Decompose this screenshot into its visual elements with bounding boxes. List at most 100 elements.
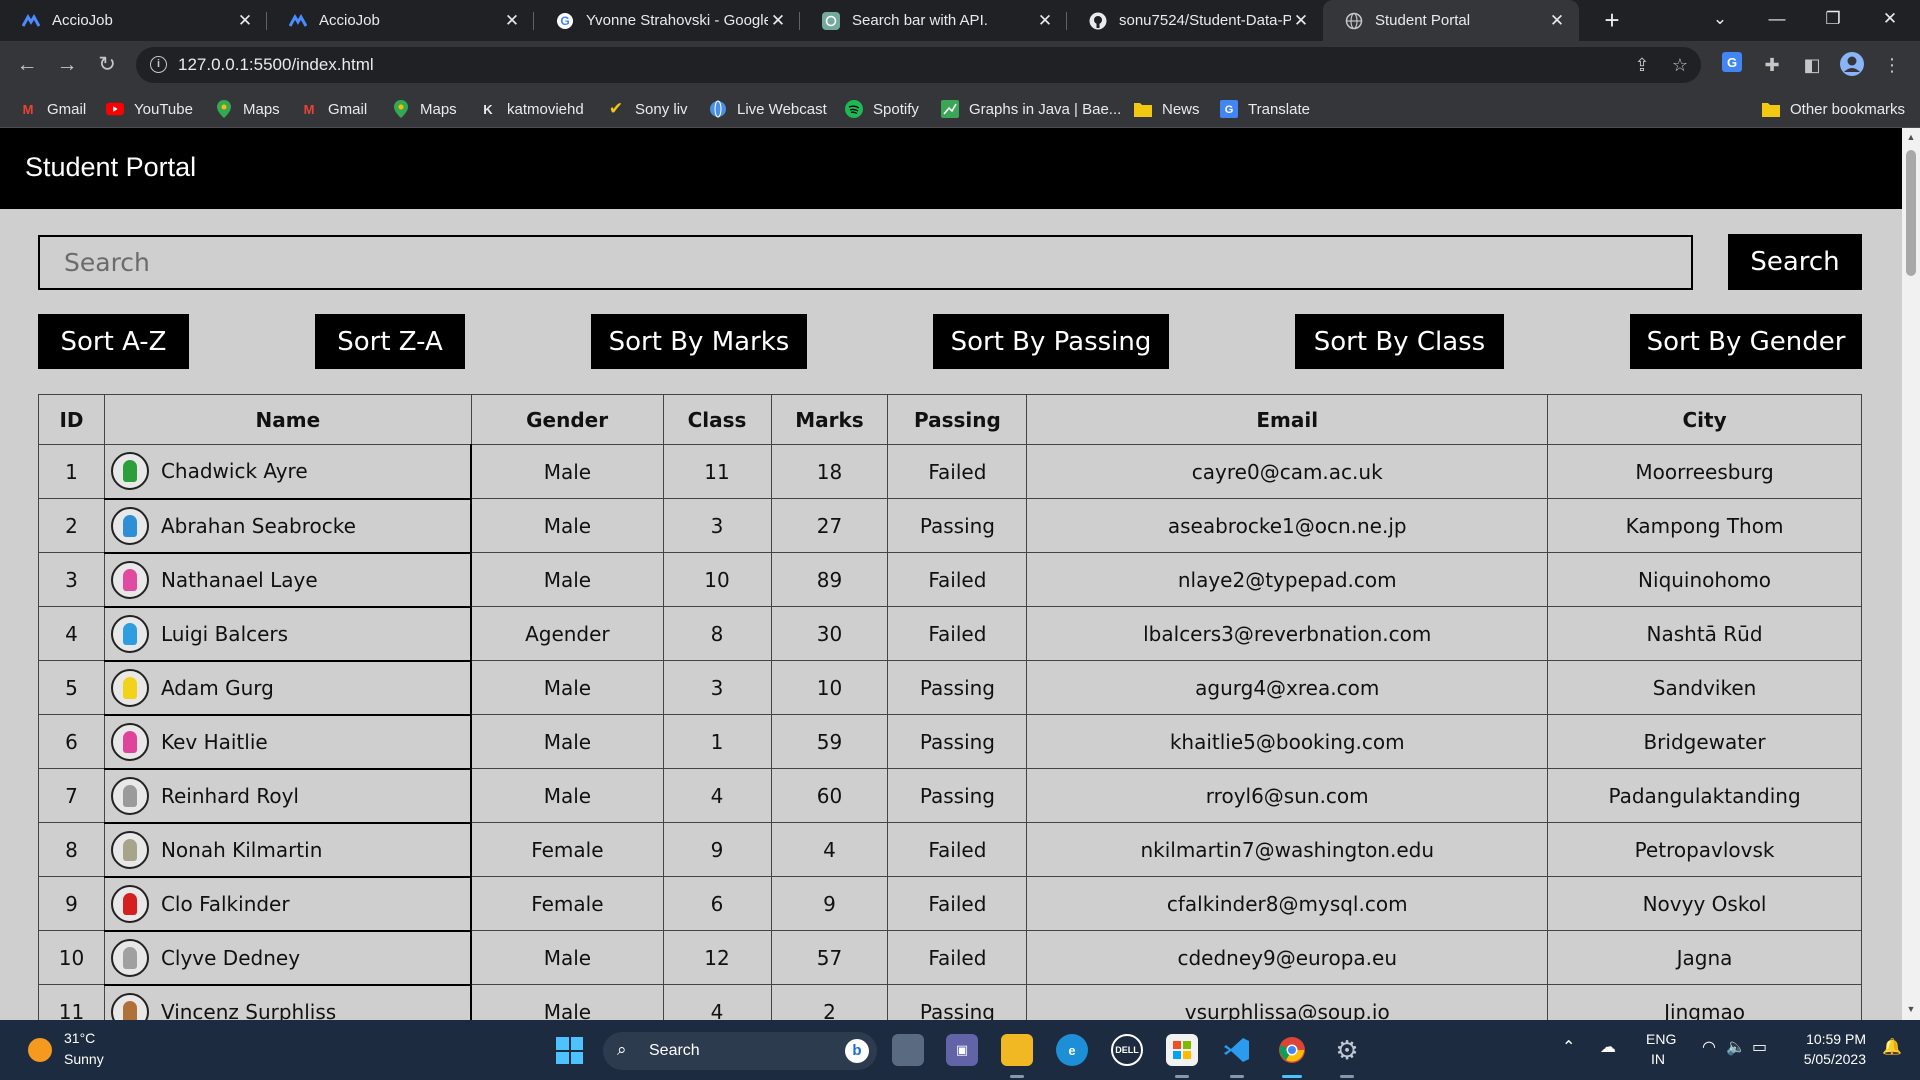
- close-icon[interactable]: ✕: [502, 11, 522, 31]
- cell-name: Chadwick Ayre: [103, 444, 473, 500]
- close-icon[interactable]: ✕: [1291, 11, 1311, 31]
- address-bar[interactable]: i 127.0.0.1:5500/index.html ⇪ ☆: [136, 47, 1701, 83]
- restore-icon[interactable]: ❐: [1805, 0, 1861, 41]
- forward-arrow-icon[interactable]: →: [52, 50, 82, 80]
- acciojob-icon: [289, 12, 307, 30]
- cell-city: Kampong Thom: [1547, 498, 1862, 553]
- cell-id: 11: [38, 984, 105, 1020]
- browser-tab[interactable]: AccioJob ✕: [0, 0, 267, 41]
- search-button[interactable]: Search: [1728, 234, 1862, 290]
- bookmark-graphs-java[interactable]: Graphs in Java | Bae...: [941, 99, 1121, 119]
- taskbar-search-box[interactable]: ⌕ Search b: [603, 1032, 877, 1070]
- browser-tab[interactable]: Search bar with API. ✕: [800, 0, 1067, 41]
- bookmark-spotify[interactable]: Spotify: [845, 99, 919, 119]
- bing-icon[interactable]: b: [845, 1039, 869, 1063]
- bookmark-youtube[interactable]: YouTube: [106, 99, 193, 119]
- bookmark-katmoviehd[interactable]: Kkatmoviehd: [479, 99, 583, 119]
- cell-marks: 60: [770, 768, 889, 823]
- maps-icon: [392, 100, 410, 118]
- bookmark-gmail-2[interactable]: M Gmail: [300, 99, 368, 119]
- browser-tab[interactable]: sonu7524/Student-Data-Po ✕: [1067, 0, 1323, 41]
- cell-marks: 9: [770, 876, 889, 931]
- cell-id: 10: [38, 930, 105, 985]
- search-input[interactable]: [38, 235, 1693, 290]
- file-explorer-icon[interactable]: [1001, 1034, 1033, 1066]
- student-name: Vincenz Surphliss: [160, 999, 337, 1021]
- app-running-indicator: [1340, 1075, 1354, 1078]
- google-translate-extension-icon[interactable]: G: [1718, 51, 1746, 79]
- notification-bell-icon[interactable]: 🔔: [1882, 1037, 1902, 1057]
- bookmark-maps-2[interactable]: Maps: [392, 99, 457, 119]
- browser-tab[interactable]: G Yvonne Strahovski - Google ✕: [534, 0, 800, 41]
- sort-by-class-button[interactable]: Sort By Class: [1295, 314, 1504, 369]
- other-bookmarks-folder[interactable]: Other bookmarks: [1762, 99, 1905, 119]
- settings-gear-icon[interactable]: ⚙: [1331, 1034, 1363, 1066]
- wifi-icon[interactable]: ◠: [1702, 1037, 1716, 1057]
- vscode-icon[interactable]: [1221, 1034, 1253, 1066]
- minimize-icon[interactable]: —: [1749, 0, 1805, 41]
- tab-title: Search bar with API.: [852, 12, 988, 29]
- weather-condition[interactable]: Sunny: [64, 1051, 104, 1067]
- sort-by-passing-button[interactable]: Sort By Passing: [933, 314, 1169, 369]
- url-text[interactable]: 127.0.0.1:5500/index.html: [178, 55, 374, 75]
- sort-by-marks-button[interactable]: Sort By Marks: [591, 314, 807, 369]
- bookmark-live-webcast[interactable]: Live Webcast: [709, 99, 827, 119]
- bookmark-news[interactable]: News: [1134, 99, 1200, 119]
- cell-name: Reinhard Royl: [103, 768, 473, 824]
- reload-icon[interactable]: ↻: [92, 50, 122, 80]
- teams-chat-icon[interactable]: ▣: [946, 1034, 978, 1066]
- site-info-icon[interactable]: i: [150, 56, 167, 73]
- clock-time[interactable]: 10:59 PM: [1773, 1031, 1866, 1047]
- name-wrapper: Nonah Kilmartin: [105, 830, 470, 869]
- side-panel-icon[interactable]: ◧: [1798, 51, 1826, 79]
- tray-overflow-chevron-icon[interactable]: ⌃: [1562, 1037, 1575, 1057]
- battery-icon[interactable]: ▭: [1752, 1037, 1767, 1057]
- cell-gender: Male: [470, 984, 664, 1020]
- weather-temperature[interactable]: 31°C: [64, 1030, 95, 1046]
- browser-menu-icon[interactable]: ⋮: [1878, 51, 1906, 79]
- bookmark-label: Gmail: [47, 100, 87, 118]
- gmail-icon: M: [22, 101, 34, 117]
- sort-by-gender-button[interactable]: Sort By Gender: [1630, 314, 1862, 369]
- close-icon[interactable]: ✕: [1035, 11, 1055, 31]
- close-icon[interactable]: ✕: [235, 11, 255, 31]
- cell-email: nlaye2@typepad.com: [1026, 552, 1549, 607]
- edge-browser-icon[interactable]: e: [1056, 1034, 1088, 1066]
- extensions-puzzle-icon[interactable]: ✚: [1758, 51, 1786, 79]
- bookmark-star-icon[interactable]: ☆: [1668, 53, 1692, 77]
- profile-avatar[interactable]: [1838, 51, 1866, 79]
- onedrive-icon[interactable]: ☁: [1600, 1037, 1616, 1057]
- sort-z-a-button[interactable]: Sort Z-A: [315, 314, 465, 369]
- dell-icon[interactable]: DELL: [1111, 1034, 1143, 1066]
- chrome-icon[interactable]: [1276, 1034, 1308, 1066]
- browser-tab-active[interactable]: Student Portal ✕: [1323, 0, 1579, 41]
- bookmark-gmail[interactable]: M Gmail: [19, 99, 87, 119]
- close-icon[interactable]: ✕: [768, 11, 788, 31]
- clock-date[interactable]: 5/05/2023: [1773, 1051, 1866, 1067]
- cell-marks: 18: [770, 444, 889, 499]
- volume-icon[interactable]: 🔈: [1726, 1037, 1746, 1057]
- bookmark-maps[interactable]: Maps: [215, 99, 280, 119]
- share-icon[interactable]: ⇪: [1630, 53, 1654, 77]
- table-row: 6 Kev Haitlie Male 1 59 Passing khaitlie5@book…: [38, 714, 1862, 770]
- sun-weather-icon[interactable]: [28, 1038, 52, 1062]
- scroll-down-arrow-icon[interactable]: ▼: [1902, 1004, 1920, 1014]
- language-indicator[interactable]: ENG: [1646, 1031, 1676, 1047]
- back-arrow-icon[interactable]: ←: [12, 50, 42, 80]
- window-close-icon[interactable]: ✕: [1862, 0, 1918, 41]
- sort-a-z-button[interactable]: Sort A-Z: [38, 314, 189, 369]
- browser-tab[interactable]: AccioJob ✕: [267, 0, 534, 41]
- column-header-city: City: [1547, 394, 1862, 445]
- bookmark-translate[interactable]: G Translate: [1220, 99, 1310, 119]
- scrollbar-thumb[interactable]: [1906, 150, 1916, 276]
- bookmark-sony-liv[interactable]: ✔ Sony liv: [607, 99, 688, 119]
- windows-start-icon[interactable]: [556, 1037, 583, 1064]
- task-view-icon[interactable]: [892, 1034, 924, 1066]
- new-tab-button[interactable]: +: [1597, 6, 1627, 36]
- microsoft-store-icon[interactable]: [1166, 1034, 1198, 1066]
- language-region[interactable]: IN: [1651, 1051, 1665, 1067]
- page-scrollbar[interactable]: ▲ ▼: [1902, 128, 1920, 1020]
- scroll-up-arrow-icon[interactable]: ▲: [1902, 132, 1920, 142]
- close-icon[interactable]: ✕: [1547, 11, 1567, 31]
- tab-search-chevron-icon[interactable]: ⌄: [1692, 0, 1748, 41]
